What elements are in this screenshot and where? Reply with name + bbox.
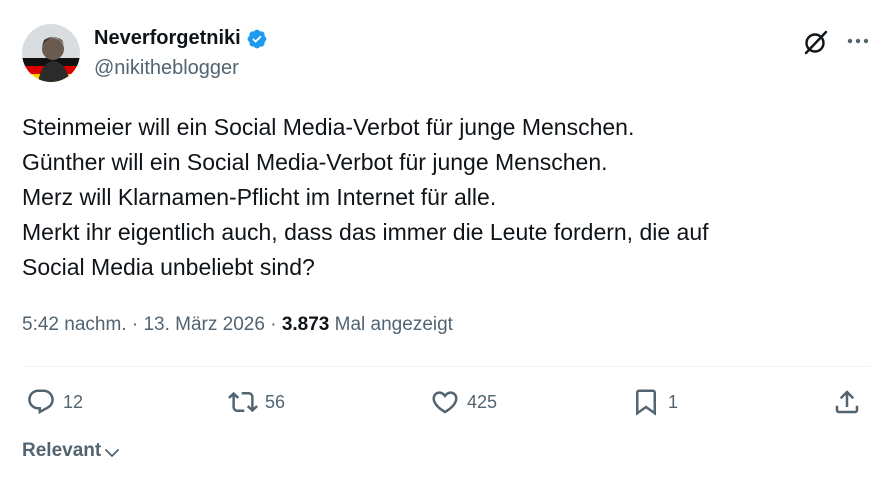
tweet-text: Steinmeier will ein Social Media-Verbot … (22, 110, 872, 285)
view-count-label: Mal angezeigt (334, 314, 453, 335)
bookmark-icon (636, 389, 656, 416)
verified-badge-icon[interactable] (246, 28, 268, 50)
tweet-line: Steinmeier will ein Social Media-Verbot … (22, 114, 635, 140)
meta-separator: · (264, 314, 282, 335)
like-icon (432, 391, 458, 414)
author-name-row: Neverforgetniki (94, 27, 268, 50)
bookmark-button[interactable]: 1 (631, 387, 678, 417)
tweet-meta: 5:42 nachm. · 13. März 2026 · 3.873 Mal … (22, 314, 453, 336)
reply-count: 12 (63, 391, 84, 412)
bookmark-count: 1 (668, 391, 679, 412)
author-display-name[interactable]: Neverforgetniki (94, 27, 241, 50)
reply-icon (28, 389, 54, 415)
tweet-line: Merz will Klarnamen-Pflicht im Internet … (22, 184, 497, 210)
tweet-line: Social Media unbeliebt sind? (22, 254, 315, 280)
chevron-down-icon (105, 448, 120, 457)
like-count: 425 (467, 391, 498, 412)
reply-button[interactable]: 12 (26, 387, 83, 417)
share-button[interactable] (832, 387, 862, 417)
replies-sort-dropdown[interactable]: Relevant (22, 440, 120, 462)
repost-button[interactable]: 56 (228, 387, 285, 417)
tweet-date[interactable]: 13. März 2026 (143, 314, 264, 335)
grok-icon[interactable] (802, 28, 830, 56)
view-count: 3.873 (281, 314, 330, 335)
more-options-icon[interactable] (843, 28, 873, 54)
tweet-line: Günther will ein Social Media-Verbot für… (22, 149, 608, 175)
avatar[interactable] (22, 24, 80, 82)
repost-count: 56 (265, 391, 286, 412)
avatar-image (22, 24, 80, 82)
tweet-line: Merkt ihr eigentlich auch, dass das imme… (22, 219, 709, 245)
repost-icon (228, 391, 258, 413)
author-handle[interactable]: @nikitheblogger (94, 57, 239, 80)
meta-separator: · (126, 314, 144, 335)
share-icon (835, 390, 859, 414)
replies-sort-label: Relevant (22, 440, 102, 461)
tweet-time[interactable]: 5:42 nachm. (22, 314, 127, 335)
like-button[interactable]: 425 (430, 387, 497, 417)
divider (22, 366, 870, 367)
